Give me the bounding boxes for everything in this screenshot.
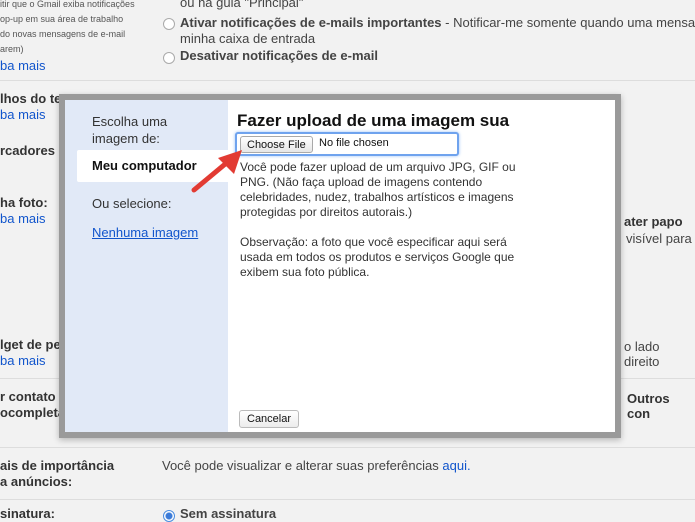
instr-line-4: protegidas por direitos autorais.)	[240, 205, 413, 219]
no-signature-option: Sem assinatura	[180, 506, 277, 521]
radio-icon[interactable]	[163, 510, 175, 522]
label-importance-2: a anúncios:	[0, 474, 73, 489]
right-side-text: o lado direito	[624, 339, 660, 369]
label-widget: lget de pe	[0, 337, 61, 352]
notif-desc-1: itir que o Gmail exiba notificações	[0, 0, 135, 9]
opt-important-bold: Ativar notificações de e-mails important…	[180, 15, 442, 30]
no-image-link[interactable]: Nenhuma imagem	[92, 225, 198, 240]
instr-line-2: PNG. (Não faça upload de imagens contend…	[240, 175, 483, 189]
side-heading-2: imagem de:	[92, 131, 160, 146]
label-importance-1: ais de importância	[0, 458, 115, 473]
learn-more-link-1[interactable]: ba mais	[0, 58, 46, 73]
radio-icon[interactable]	[163, 18, 175, 30]
prefs-text: Você pode visualizar e alterar suas pref…	[162, 458, 471, 473]
divider	[0, 499, 695, 500]
note-line-3: exibem sua foto pública.	[240, 265, 370, 279]
opt-important: Ativar notificações de e-mails important…	[180, 15, 695, 30]
notif-desc-4: arem)	[0, 44, 24, 54]
label-markers: rcadores d	[0, 143, 67, 158]
dialog-title: Fazer upload de uma imagem sua	[237, 111, 510, 130]
upload-note: Observação: a foto que você especificar …	[240, 235, 570, 280]
red-arrow-icon	[191, 150, 242, 193]
learn-more-link-4[interactable]: ba mais	[0, 353, 46, 368]
label-signature: sinatura:	[0, 506, 55, 521]
prefs-desc: Você pode visualizar e alterar suas pref…	[162, 458, 439, 473]
instr-line-3: celebridades, nudez, trabalhos artístico…	[240, 190, 514, 204]
notif-desc-2: op-up em sua área de trabalho	[0, 14, 124, 24]
notif-desc-3: do novas mensagens de e-mail	[0, 29, 126, 39]
opt-important-rest: - Notificar-me somente quando uma mensag	[441, 15, 695, 30]
side-heading-1: Escolha uma	[92, 114, 168, 129]
learn-more-link-3[interactable]: ba mais	[0, 211, 46, 226]
note-line-2: usada em todos os produtos e serviços Go…	[240, 250, 515, 264]
right-chat-label: ater papo	[624, 214, 683, 229]
dialog-content: Escolha uma imagem de: Meu computador Ou…	[65, 100, 615, 432]
radio-icon[interactable]	[163, 52, 175, 64]
or-select-label: Ou selecione:	[92, 196, 172, 211]
opt-disable: Desativar notificações de e-mail	[180, 48, 378, 63]
label-contacts-1: r contato	[0, 389, 56, 404]
right-visible-text: visível para	[626, 231, 692, 246]
label-shortcuts: lhos do te	[0, 91, 62, 106]
upload-dialog: Escolha uma imagem de: Meu computador Ou…	[59, 94, 621, 438]
opt-principal-text: ou na guia "Principal"	[180, 0, 304, 10]
divider	[0, 447, 695, 448]
file-status: No file chosen	[319, 137, 389, 149]
right-others-label: Outros con	[627, 391, 670, 421]
label-contacts-2: ocompleta	[0, 405, 66, 420]
note-line-1: Observação: a foto que você especificar …	[240, 235, 507, 249]
instr-line-1: Você pode fazer upload de um arquivo JPG…	[240, 160, 516, 174]
choose-file-button[interactable]: Choose File	[240, 136, 313, 153]
prefs-link[interactable]: aqui.	[442, 458, 470, 473]
opt-important-line2: minha caixa de entrada	[180, 31, 316, 46]
label-photo: ha foto:	[0, 195, 48, 210]
learn-more-link-2[interactable]: ba mais	[0, 107, 46, 122]
cancel-button[interactable]: Cancelar	[239, 410, 300, 428]
upload-main: Fazer upload de uma imagem sua Choose Fi…	[228, 100, 615, 432]
file-input[interactable]: Choose File No file chosen	[235, 132, 459, 156]
upload-instructions: Você pode fazer upload de um arquivo JPG…	[240, 160, 570, 220]
divider	[0, 80, 695, 81]
